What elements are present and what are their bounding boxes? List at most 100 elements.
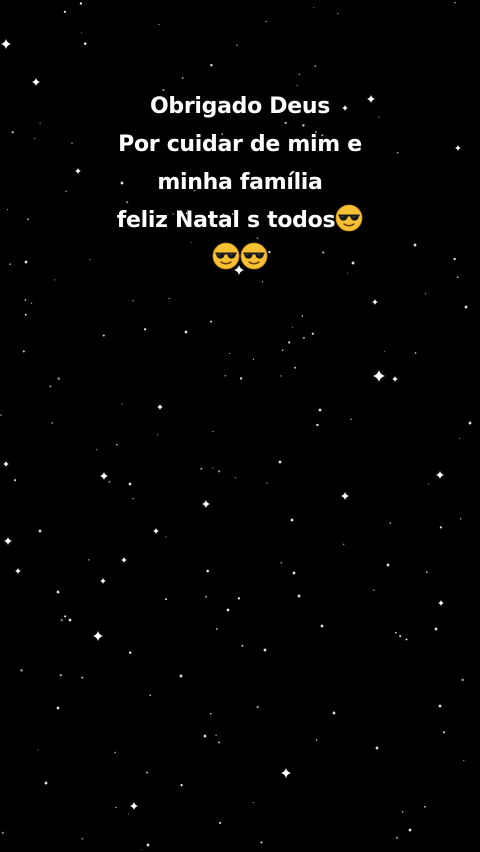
star-dot	[316, 423, 319, 427]
star-dot	[384, 350, 386, 352]
star-dot	[108, 480, 111, 483]
sparkle-star-icon	[203, 734, 207, 738]
sunglasses-face-icon	[212, 242, 240, 270]
sparkle-star-icon	[15, 568, 21, 574]
star-dot	[81, 32, 83, 34]
star-dot	[236, 44, 238, 46]
star-dot	[81, 676, 84, 679]
sparkle-star-icon	[157, 404, 163, 410]
star-dot	[280, 561, 283, 564]
star-dot	[439, 526, 443, 529]
star-dot	[302, 336, 306, 340]
sparkle-star-icon	[320, 624, 324, 628]
star-dot	[337, 12, 339, 14]
star-dot	[314, 65, 317, 67]
star-dot	[399, 635, 402, 638]
star-dot	[81, 837, 84, 840]
star-dot	[180, 784, 183, 787]
star-dot	[102, 334, 105, 337]
star-dot	[143, 328, 147, 331]
star-dot	[256, 705, 259, 709]
caption-line-4-text: feliz Natal s todos	[116, 208, 336, 233]
caption-line-2: Por cuidar de mim e	[118, 132, 362, 157]
star-dot	[132, 497, 134, 500]
star-dot	[79, 2, 83, 5]
star-dot	[373, 589, 375, 591]
sparkle-star-icon	[436, 471, 444, 479]
star-dot	[414, 352, 417, 354]
star-dot	[239, 377, 243, 380]
star-dot	[426, 571, 428, 573]
sparkle-star-icon	[464, 305, 468, 309]
star-dot	[141, 849, 143, 851]
star-dot	[114, 751, 116, 754]
sparkle-star-icon	[386, 563, 390, 567]
sparkle-star-icon	[38, 529, 42, 533]
sparkle-star-icon	[392, 376, 398, 382]
sparkle-star-icon	[184, 330, 188, 334]
star-dot	[212, 430, 214, 432]
sparkle-star-icon	[408, 828, 412, 832]
star-dot	[405, 638, 408, 641]
sparkle-star-icon	[373, 370, 385, 382]
star-dot	[24, 313, 27, 316]
star-dot	[168, 297, 170, 300]
sunglasses-face-icon	[240, 242, 268, 270]
sparkle-star-icon	[146, 843, 150, 847]
star-dot	[22, 350, 25, 353]
star-dot	[288, 341, 291, 344]
sparkle-star-icon	[332, 711, 336, 715]
sparkle-star-icon	[297, 594, 301, 598]
star-dot	[216, 628, 218, 630]
sparkle-star-icon	[318, 408, 322, 412]
sparkle-star-icon	[263, 648, 267, 652]
star-dot	[424, 805, 426, 808]
caption-line-1: Obrigado Deus	[150, 94, 330, 119]
star-dot	[313, 7, 315, 9]
star-dot	[294, 366, 296, 369]
star-dot	[424, 293, 427, 295]
star-dot	[459, 437, 461, 439]
star-dot	[395, 836, 399, 839]
star-dot	[252, 802, 254, 804]
sparkle-star-icon	[32, 78, 40, 86]
star-dot	[261, 281, 264, 283]
star-dot	[121, 403, 123, 405]
star-dot	[158, 23, 160, 25]
sparkle-star-icon	[290, 518, 294, 522]
star-dot	[181, 76, 184, 79]
sparkle-star-icon	[121, 557, 127, 563]
star-dot	[20, 669, 23, 672]
star-dot	[60, 619, 63, 622]
star-dot	[157, 434, 159, 436]
sparkle-star-icon	[1, 39, 11, 49]
caption-line-3: minha família	[157, 170, 323, 195]
star-dot	[228, 352, 231, 355]
sparkle-star-icon	[3, 461, 9, 467]
star-dot	[292, 327, 294, 329]
star-dot	[266, 482, 268, 484]
star-dot	[394, 631, 397, 634]
star-dot	[30, 302, 33, 304]
sparkle-star-icon	[278, 460, 282, 464]
star-dot	[301, 315, 304, 317]
star-dot	[281, 349, 284, 351]
sparkle-star-icon	[100, 578, 106, 584]
star-dot	[442, 731, 446, 734]
star-dot	[127, 813, 130, 815]
star-dot	[350, 418, 352, 420]
star-dot	[206, 569, 209, 573]
star-dot	[115, 806, 117, 809]
star-dot	[54, 279, 56, 281]
star-dot	[241, 644, 244, 647]
star-dot	[0, 414, 2, 416]
star-dot	[116, 443, 118, 446]
star-dot	[64, 615, 67, 618]
sparkle-star-icon	[341, 492, 349, 500]
caption-line-4: feliz Natal s todos	[0, 202, 480, 240]
star-dot	[315, 739, 318, 741]
star-dot	[224, 374, 227, 377]
star-dot	[260, 841, 263, 844]
star-dot	[217, 470, 221, 473]
star-dot	[83, 42, 87, 45]
